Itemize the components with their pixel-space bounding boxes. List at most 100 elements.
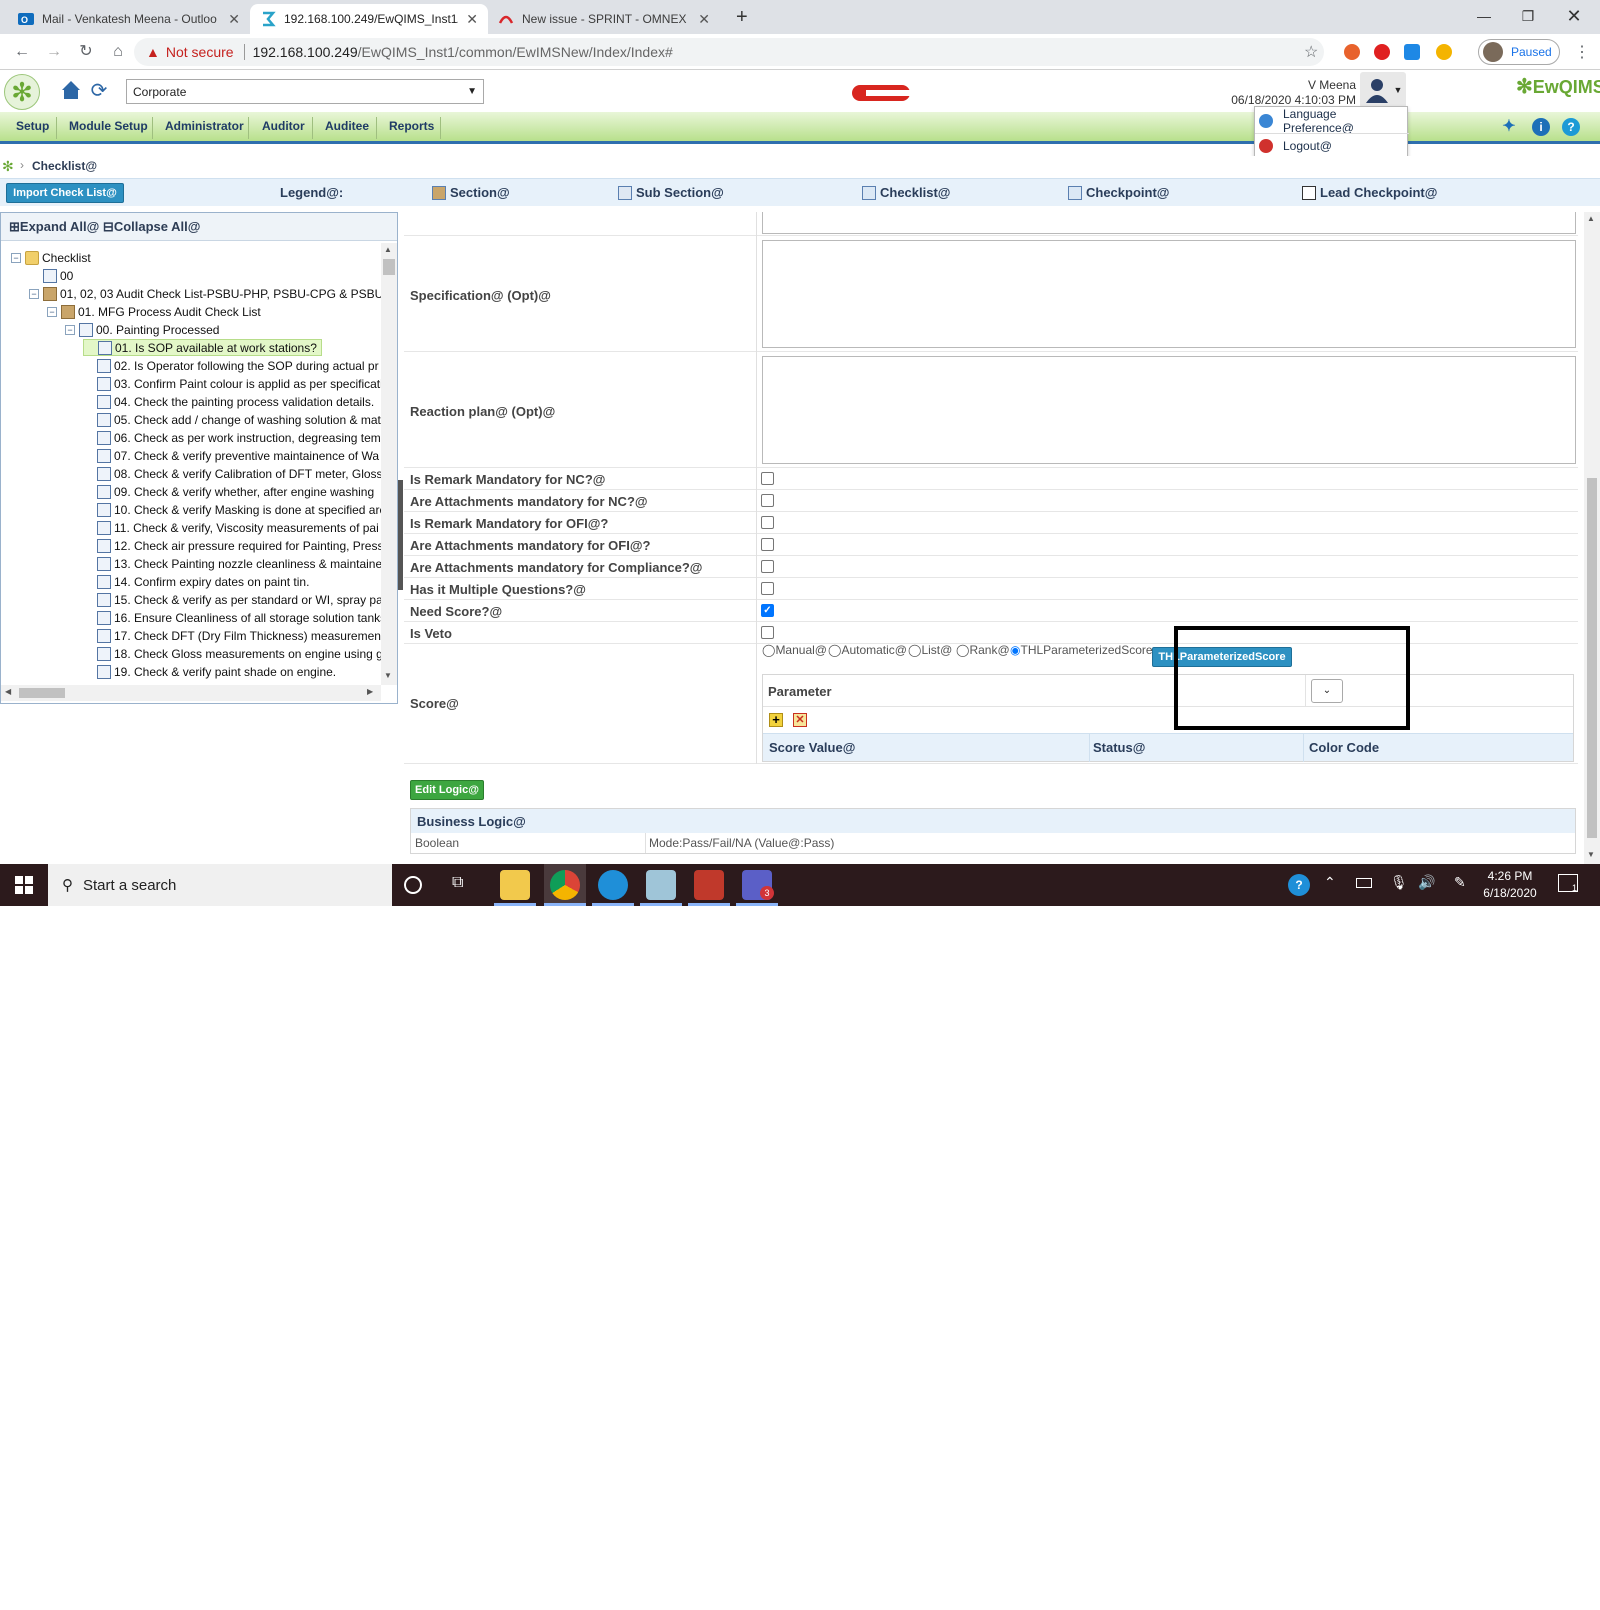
tree-checkpoint-node[interactable]: 03. Confirm Paint colour is applid as pe… bbox=[83, 375, 381, 392]
tab-jira[interactable]: New issue - SPRINT - OMNEX ISS ✕ bbox=[488, 4, 720, 34]
opera-extension-icon[interactable] bbox=[1374, 44, 1390, 60]
collapse-node-icon[interactable]: − bbox=[65, 324, 75, 335]
checkbox[interactable] bbox=[761, 516, 774, 529]
scroll-down-icon[interactable]: ▼ bbox=[1587, 850, 1595, 859]
tree-checkpoint-node[interactable]: 05. Check add / change of washing soluti… bbox=[83, 411, 381, 428]
form-vertical-scrollbar[interactable]: ▲ ▼ bbox=[1584, 212, 1600, 864]
tree-checkpoint-node[interactable]: 16. Ensure Cleanliness of all storage so… bbox=[83, 609, 381, 626]
tree-checkpoint-node[interactable]: 15. Check & verify as per standard or WI… bbox=[83, 591, 381, 608]
tree-checkpoint-node[interactable]: 12. Check air pressure required for Pain… bbox=[83, 537, 381, 554]
corporate-select[interactable]: Corporate ▼ bbox=[126, 79, 484, 104]
pen-icon[interactable]: ✎ bbox=[1454, 874, 1466, 891]
previous-textarea[interactable] bbox=[762, 212, 1576, 234]
checkbox[interactable] bbox=[761, 560, 774, 573]
bookmark-star-icon[interactable]: ☆ bbox=[1304, 42, 1318, 62]
help-icon[interactable]: ? bbox=[1562, 118, 1580, 136]
checkbox[interactable] bbox=[761, 472, 774, 485]
minimize-icon[interactable]: — bbox=[1462, 4, 1506, 28]
tree-checkpoint-node[interactable]: 19. Check & verify paint shade on engine… bbox=[83, 663, 336, 680]
url-input[interactable]: ▲ Not secure 192.168.100.249/EwQIMS_Inst… bbox=[134, 38, 1324, 66]
menu-administrator[interactable]: Administrator bbox=[165, 119, 244, 133]
tree-checkpoint-node[interactable]: 07. Check & verify preventive maintainen… bbox=[83, 447, 379, 464]
cortana-icon[interactable] bbox=[404, 876, 422, 894]
language-preference-item[interactable]: Language Preference@ bbox=[1255, 107, 1409, 135]
delete-row-icon[interactable]: ✕ bbox=[793, 713, 807, 727]
tree-checkpoint-node[interactable]: 10. Check & verify Masking is done at sp… bbox=[83, 501, 381, 518]
edge-icon[interactable] bbox=[598, 870, 628, 900]
checkbox[interactable] bbox=[761, 538, 774, 551]
tree-checkpoint-node[interactable]: 08. Check & verify Calibration of DFT me… bbox=[83, 465, 381, 482]
radio-rank[interactable]: ◯Rank@ bbox=[956, 643, 1010, 657]
tree-section-node[interactable]: − 01, 02, 03 Audit Check List-PSBU-PHP, P… bbox=[29, 285, 381, 302]
fire-extension-icon[interactable] bbox=[1344, 44, 1360, 60]
close-icon[interactable]: ✕ bbox=[228, 11, 240, 28]
radio-manual[interactable]: ◯Manual@ bbox=[762, 643, 827, 657]
scroll-thumb[interactable] bbox=[19, 688, 65, 698]
radio-automatic[interactable]: ◯Automatic@ bbox=[828, 643, 907, 657]
collapse-all-button[interactable]: ⊟Collapse All@ bbox=[103, 219, 201, 234]
new-tab-button[interactable]: + bbox=[736, 6, 748, 29]
collapse-node-icon[interactable]: − bbox=[47, 306, 57, 317]
menu-reports[interactable]: Reports bbox=[389, 119, 434, 133]
edit-logic-button[interactable]: Edit Logic@ bbox=[410, 780, 484, 800]
microphone-icon[interactable]: 🎙 bbox=[1390, 874, 1408, 891]
menu-setup[interactable]: Setup bbox=[16, 119, 49, 133]
help-tray-icon[interactable]: ? bbox=[1288, 874, 1310, 896]
refresh-icon[interactable]: ⟳ bbox=[86, 78, 112, 104]
sync-extension-icon[interactable] bbox=[1436, 44, 1452, 60]
pin-icon[interactable]: ✦ bbox=[1500, 118, 1518, 136]
panel-splitter[interactable] bbox=[398, 480, 403, 590]
menu-module-setup[interactable]: Module Setup bbox=[69, 119, 148, 133]
tree-vertical-scrollbar[interactable]: ▲ ▼ bbox=[381, 243, 397, 685]
tree-checkpoint-node[interactable]: 04. Check the painting process validatio… bbox=[83, 393, 374, 410]
close-window-icon[interactable]: ✕ bbox=[1552, 4, 1596, 28]
scroll-up-icon[interactable]: ▲ bbox=[384, 245, 392, 254]
back-icon[interactable]: ← bbox=[10, 40, 34, 64]
scroll-left-icon[interactable]: ◀ bbox=[5, 687, 11, 696]
volume-icon[interactable]: 🔊 bbox=[1418, 874, 1435, 891]
start-button[interactable] bbox=[0, 864, 48, 906]
scroll-thumb[interactable] bbox=[383, 259, 395, 275]
close-icon[interactable]: ✕ bbox=[466, 11, 478, 28]
chevron-up-icon[interactable]: ⌃ bbox=[1324, 874, 1336, 891]
windows-extension-icon[interactable] bbox=[1404, 44, 1420, 60]
tree-checkpoint-node[interactable]: − 00. Painting Processed bbox=[65, 321, 219, 338]
scroll-thumb[interactable] bbox=[1587, 478, 1597, 838]
checkbox[interactable] bbox=[761, 582, 774, 595]
tab-outlook[interactable]: O Mail - Venkatesh Meena - Outloo ✕ bbox=[8, 4, 250, 34]
scroll-up-icon[interactable]: ▲ bbox=[1587, 214, 1595, 223]
tree-root-node[interactable]: − Checklist bbox=[11, 249, 91, 266]
restore-icon[interactable]: ❐ bbox=[1506, 4, 1550, 28]
tree-checkpoint-node[interactable]: 09. Check & verify whether, after engine… bbox=[83, 483, 374, 500]
scroll-down-icon[interactable]: ▼ bbox=[384, 671, 392, 680]
reaction-plan-textarea[interactable] bbox=[762, 356, 1576, 464]
user-avatar[interactable]: ▼ bbox=[1360, 72, 1406, 108]
collapse-node-icon[interactable]: − bbox=[29, 288, 39, 299]
chrome-icon[interactable] bbox=[550, 870, 580, 900]
teams-icon[interactable]: 3 bbox=[742, 870, 774, 900]
taskbar-search-input[interactable]: ⚲ Start a search bbox=[48, 864, 392, 906]
tree-checkpoint-node[interactable]: 06. Check as per work instruction, degre… bbox=[83, 429, 381, 446]
tree-checkpoint-node[interactable]: 13. Check Painting nozzle cleanliness & … bbox=[83, 555, 381, 572]
home-icon[interactable]: ⌂ bbox=[106, 40, 130, 64]
tree-checkpoint-node[interactable]: 17. Check DFT (Dry Film Thickness) measu… bbox=[83, 627, 381, 644]
expand-all-button[interactable]: ⊞Expand All@ bbox=[9, 219, 99, 234]
task-view-icon[interactable]: ⧉ bbox=[452, 874, 463, 892]
tree-checkpoint-node[interactable]: 14. Confirm expiry dates on paint tin. bbox=[83, 573, 309, 590]
menu-auditor[interactable]: Auditor bbox=[262, 119, 305, 133]
kebab-menu-icon[interactable]: ⋮ bbox=[1574, 42, 1590, 62]
file-explorer-icon[interactable] bbox=[500, 870, 530, 900]
profile-button[interactable]: Paused bbox=[1478, 39, 1560, 65]
info-icon[interactable]: i bbox=[1532, 118, 1550, 136]
scroll-right-icon[interactable]: ▶ bbox=[367, 687, 373, 696]
checkbox[interactable] bbox=[761, 494, 774, 507]
security-app-icon[interactable] bbox=[694, 870, 724, 900]
checkbox[interactable]: ✓ bbox=[761, 604, 774, 617]
battery-icon[interactable] bbox=[1356, 878, 1372, 888]
specification-textarea[interactable] bbox=[762, 240, 1576, 348]
logout-item[interactable]: Logout@ bbox=[1255, 133, 1409, 157]
add-row-icon[interactable]: + bbox=[769, 713, 783, 727]
collapse-node-icon[interactable]: − bbox=[11, 252, 21, 263]
forward-icon[interactable]: → bbox=[42, 40, 66, 64]
notes-app-icon[interactable] bbox=[646, 870, 676, 900]
